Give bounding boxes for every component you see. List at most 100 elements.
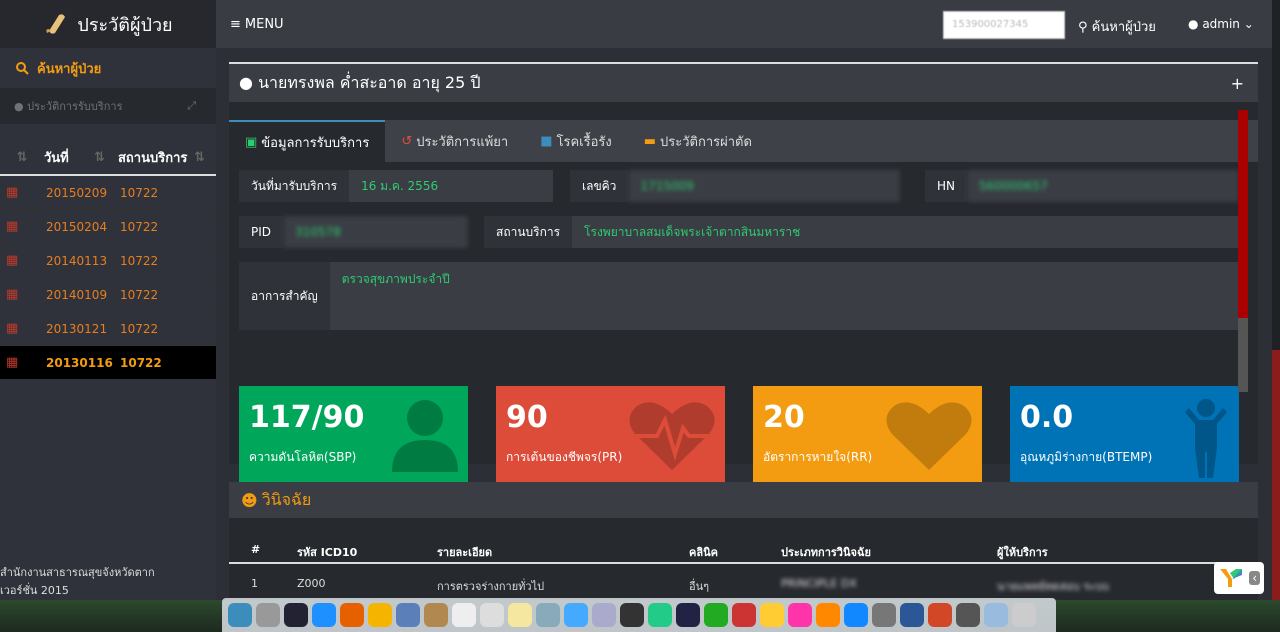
service-info-form: วันที่มารับบริการ 16 ม.ค. 2556 เลขคิว 17… (229, 162, 1258, 482)
vital-caption: อุณหภูมิร่างกาย(BTEMP) (1020, 450, 1153, 464)
history-row[interactable]: ▦ 20150209 10722 (0, 176, 216, 210)
vital-caption: อัตราการหายใจ(RR) (763, 450, 873, 464)
ibooks-icon[interactable] (816, 603, 840, 627)
history-row[interactable]: ▦ 20140109 10722 (0, 278, 216, 312)
sort-icon[interactable]: ⇅ (0, 150, 44, 165)
finder-icon[interactable] (228, 603, 252, 627)
history-place: 10722 (120, 253, 159, 268)
heartbeat-icon (629, 402, 715, 470)
user-icon (392, 400, 458, 472)
tab-chronic-disease[interactable]: ■ โรคเรื้อรัง (524, 120, 628, 162)
preview-icon[interactable] (396, 603, 420, 627)
word-icon[interactable] (900, 603, 924, 627)
queue-label: เลขคิว (570, 170, 629, 202)
calendar-icon: ▦ (6, 355, 19, 370)
history-row[interactable]: ▦ 20130121 10722 (0, 312, 216, 346)
dx-detail: การตรวจร่างกายทั่วไป (437, 580, 545, 593)
visit-date-field: วันที่มารับบริการ 16 ม.ค. 2556 (239, 170, 553, 202)
trash-icon[interactable] (1012, 603, 1036, 627)
notes-icon[interactable] (508, 603, 532, 627)
chevron-left-icon[interactable]: ‹ (1249, 571, 1260, 585)
virtualbox-icon[interactable] (592, 603, 616, 627)
tab-service-info[interactable]: ▣ ข้อมูลการรับบริการ (229, 120, 386, 162)
pid-value[interactable]: 310578 (283, 216, 468, 248)
chief-complaint-textarea[interactable]: ตรวจสุขภาพประจำปี (329, 262, 1239, 330)
sublime-icon[interactable] (620, 603, 644, 627)
system-preferences-icon[interactable] (872, 603, 896, 627)
atom-icon[interactable] (648, 603, 672, 627)
dx-provider: นายแพทย์ทดสอบ ระบบ (997, 580, 1110, 593)
plus-icon[interactable]: + (1231, 74, 1244, 93)
queue-value[interactable]: 1715009 (628, 170, 900, 202)
app-icon[interactable] (732, 603, 756, 627)
patient-tabs: ▣ ข้อมูลการรับบริการ ↺ ประวัติการแพ้ยา ■… (229, 120, 1258, 162)
reminders-icon[interactable] (480, 603, 504, 627)
search-patient-button[interactable]: ⚲ ค้นหาผู้ป่วย (1078, 16, 1156, 37)
photos-app-icon[interactable] (760, 603, 784, 627)
history-row-active[interactable]: ▦ 20130116 10722 (0, 346, 216, 380)
sidebar-search-link[interactable]: ค้นหาผู้ป่วย (0, 48, 216, 88)
hn-value[interactable]: 560000657 (967, 170, 1239, 202)
app-store-icon[interactable] (844, 603, 868, 627)
patient-search-input[interactable]: 153900027345 (943, 11, 1065, 39)
page-scrollbar-thumb[interactable] (1272, 350, 1280, 600)
history-date: 20140109 (46, 287, 108, 302)
col-place-header[interactable]: สถานบริการ (118, 147, 194, 168)
service-place-value[interactable]: โรงพยาบาลสมเด็จพระเจ้าตากสินมหาราช (572, 216, 1239, 248)
history-row[interactable]: ▦ 20140113 10722 (0, 244, 216, 278)
powerpoint-icon[interactable] (928, 603, 952, 627)
col-date-header[interactable]: วันที่ (44, 147, 94, 168)
vital-box-temp: 0.0 อุณหภูมิร่างกาย(BTEMP) (1010, 386, 1239, 482)
yii-debug-toolbar[interactable]: ‹ (1214, 562, 1264, 594)
itunes-icon[interactable] (788, 603, 812, 627)
tab-drug-allergy[interactable]: ↺ ประวัติการแพ้ยา (385, 120, 524, 162)
panel-scrollbar-thumb[interactable] (1238, 110, 1248, 318)
calendar-icon: ▦ (6, 219, 19, 234)
brand[interactable]: ประวัติผู้ป่วย (0, 0, 216, 48)
heart-icon (886, 402, 972, 470)
vital-value: 90 (506, 400, 548, 435)
facetime-icon[interactable] (704, 603, 728, 627)
menu-toggle-button[interactable]: ≡ MENU (230, 17, 284, 32)
tab-surgery-history[interactable]: ▬ ประวัติการผ่าตัด (628, 120, 768, 162)
hn-label: HN (925, 170, 967, 202)
user-icon: ● (239, 72, 253, 92)
diagnosis-panel: ☻ วินิจฉัย # รหัส ICD10 รายละเอียด คลินิ… (229, 482, 1258, 600)
dx-index: 1 (251, 577, 258, 590)
messages-icon[interactable] (564, 603, 588, 627)
sort-icon[interactable]: ⇅ (94, 150, 118, 165)
history-date: 20130121 (46, 321, 108, 336)
footer-org: สำนักงานสาธารณสุขจังหวัดตาก (0, 566, 155, 579)
lock-icon: ■ (540, 133, 553, 149)
chrome-icon[interactable] (368, 603, 392, 627)
dx-col-index: # (251, 543, 261, 556)
dx-col-detail: รายละเอียด (437, 546, 493, 559)
tab-label: ข้อมูลการรับบริการ (261, 135, 370, 151)
eclipse-icon[interactable] (676, 603, 700, 627)
sequel-pro-icon[interactable] (956, 603, 980, 627)
visit-date-value[interactable]: 16 ม.ค. 2556 (349, 170, 553, 202)
history-place: 10722 (120, 355, 162, 370)
calendar-icon: ▦ (6, 287, 19, 302)
dx-icd10: Z000 (297, 577, 326, 590)
user-menu[interactable]: ● admin ⌄ (1188, 17, 1254, 31)
service-history-label: ประวัติการรับบริการ (27, 100, 123, 113)
vital-value: 20 (763, 400, 805, 435)
history-date: 20150209 (46, 185, 108, 200)
photos-icon[interactable] (536, 603, 560, 627)
sort-icon[interactable]: ⇅ (194, 150, 216, 165)
mission-control-icon[interactable] (284, 603, 308, 627)
history-row[interactable]: ▦ 20150204 10722 (0, 210, 216, 244)
tab-label: โรคเรื้อรัง (556, 134, 612, 150)
service-history-panel-title: ● ประวัติการรับบริการ ⤢ (0, 88, 216, 124)
history-place: 10722 (120, 287, 159, 302)
calendar-icon[interactable] (452, 603, 476, 627)
launchpad-icon[interactable] (256, 603, 280, 627)
downloads-icon[interactable] (984, 603, 1008, 627)
expand-icon[interactable]: ⤢ (187, 99, 196, 113)
history-place: 10722 (120, 219, 159, 234)
table-row[interactable]: 1 Z000 การตรวจร่างกายทั่วไป อื่นๆ PRINCI… (229, 572, 1258, 594)
firefox-icon[interactable] (340, 603, 364, 627)
contacts-icon[interactable] (424, 603, 448, 627)
safari-icon[interactable] (312, 603, 336, 627)
